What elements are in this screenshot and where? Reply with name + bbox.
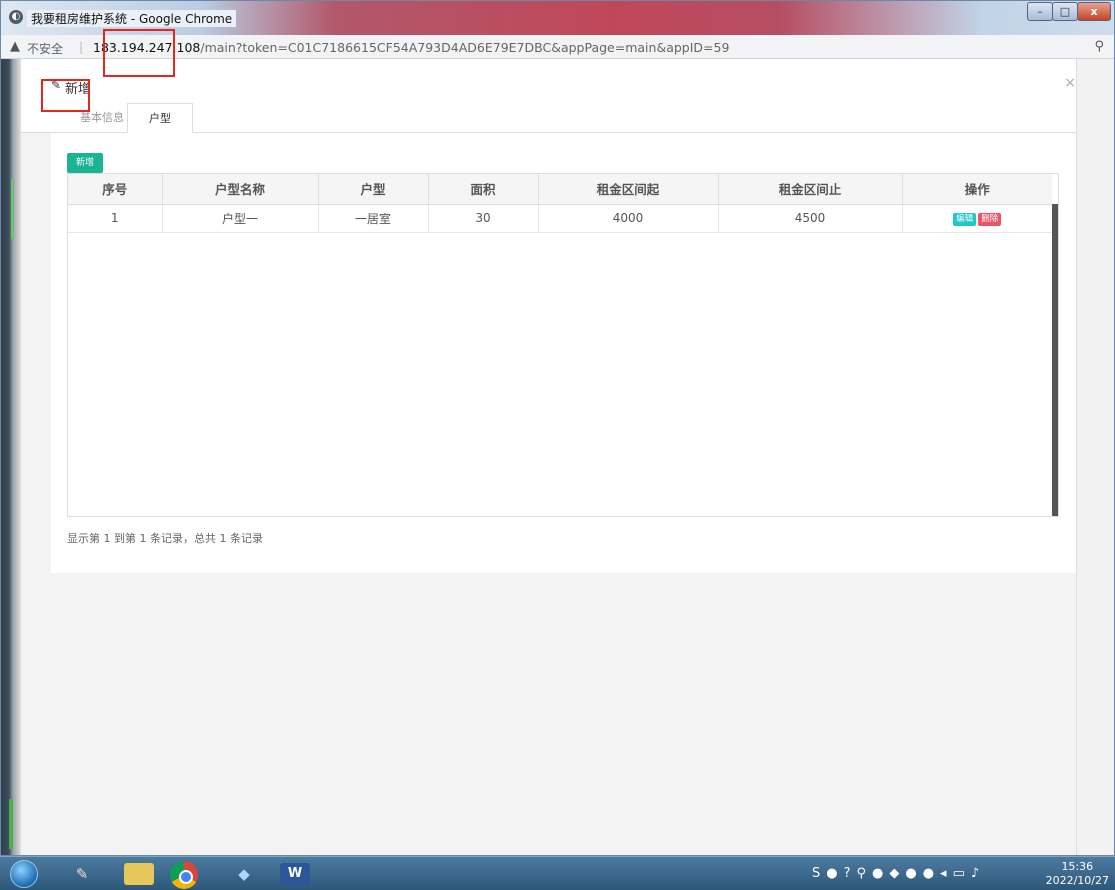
add-dialog: ✎ 新增 × 基本信息 户型 新增 序号 户型名称 户型 面积 租金区间起 租金… bbox=[21, 59, 1076, 855]
cell-area: 30 bbox=[428, 204, 539, 233]
edit-button[interactable]: 编辑 bbox=[953, 213, 977, 226]
room-type-table: 序号 户型名称 户型 面积 租金区间起 租金区间止 操作 1 户型一 一居室 3… bbox=[67, 173, 1059, 517]
window-title: 我要租房维护系统 - Google Chrome bbox=[27, 10, 237, 27]
system-tray-icons[interactable]: S●?⚲●◆●●◂▭♪ bbox=[812, 866, 985, 881]
minimize-button[interactable]: – bbox=[1027, 2, 1053, 21]
delete-button[interactable]: 删除 bbox=[978, 213, 1002, 226]
header-area[interactable]: 面积 bbox=[428, 174, 539, 205]
cell-rent-to: 4500 bbox=[718, 204, 903, 233]
close-window-button[interactable]: x bbox=[1077, 2, 1111, 21]
cell-actions: 编辑 删除 bbox=[902, 204, 1052, 233]
header-rent-to[interactable]: 租金区间止 bbox=[718, 174, 903, 205]
maximize-button[interactable]: □ bbox=[1052, 2, 1078, 21]
explorer-app-icon[interactable] bbox=[124, 863, 154, 885]
zoom-icon[interactable]: ⚲ bbox=[1094, 39, 1104, 54]
paint-app-icon[interactable]: ✎ bbox=[62, 860, 102, 888]
header-actions: 操作 bbox=[902, 174, 1052, 205]
dialog-header: ✎ 新增 × bbox=[21, 59, 1076, 101]
highlight-box-add-button bbox=[41, 79, 90, 112]
header-type[interactable]: 户型 bbox=[318, 174, 429, 205]
url-text[interactable]: 183.194.247.108/main?token=C01C7186615CF… bbox=[93, 40, 729, 55]
app-taskbar-icon[interactable]: ◆ bbox=[224, 860, 264, 888]
table-scrollbar[interactable] bbox=[1052, 204, 1058, 516]
cell-type: 一居室 bbox=[318, 204, 429, 233]
dialog-tabs: 基本信息 户型 bbox=[21, 101, 1076, 133]
sidebar-accent bbox=[11, 179, 14, 239]
header-name[interactable]: 户型名称 bbox=[162, 174, 319, 205]
background-sidebar bbox=[1, 59, 21, 855]
table-row[interactable]: 1 户型一 一居室 30 4000 4500 编辑 删除 bbox=[68, 204, 1052, 233]
add-room-type-button[interactable]: 新增 bbox=[67, 153, 103, 173]
cell-rent-from: 4000 bbox=[538, 204, 719, 233]
taskbar: ✎ ◆ W S●?⚲●◆●●◂▭♪ 15:36 2022/10/27 bbox=[0, 856, 1115, 890]
header-rent-from[interactable]: 租金区间起 bbox=[538, 174, 719, 205]
background-right-panel bbox=[1076, 59, 1114, 855]
security-label[interactable]: 不安全 bbox=[27, 40, 63, 57]
tab-content: 新增 序号 户型名称 户型 面积 租金区间起 租金区间止 操作 1 户型一 一居… bbox=[51, 133, 1076, 573]
chrome-taskbar-icon[interactable] bbox=[170, 861, 198, 889]
address-separator: | bbox=[79, 40, 84, 54]
start-button[interactable] bbox=[10, 860, 38, 888]
cell-name: 户型一 bbox=[162, 204, 319, 233]
warning-icon[interactable]: ▲ bbox=[10, 39, 20, 54]
word-taskbar-icon[interactable]: W bbox=[280, 863, 310, 885]
url-path: /main?token=C01C7186615CF54A793D4AD6E79E… bbox=[200, 40, 730, 55]
taskbar-clock[interactable]: 15:36 2022/10/27 bbox=[1046, 860, 1109, 888]
dialog-close-button[interactable]: × bbox=[1064, 75, 1076, 91]
highlight-box-tab bbox=[103, 29, 175, 77]
tab-room-type[interactable]: 户型 bbox=[127, 103, 193, 133]
pagination-info: 显示第 1 到第 1 条记录，总共 1 条记录 bbox=[67, 532, 263, 545]
page-viewport: ✎ 新增 × 基本信息 户型 新增 序号 户型名称 户型 面积 租金区间起 租金… bbox=[1, 59, 1114, 855]
cell-index: 1 bbox=[68, 204, 163, 233]
clock-date: 2022/10/27 bbox=[1045, 874, 1109, 887]
browser-window: ◐ 我要租房维护系统 - Google Chrome – □ x ▲ 不安全 |… bbox=[0, 0, 1115, 856]
sidebar-accent-bottom bbox=[9, 799, 13, 849]
clock-time: 15:36 bbox=[1061, 860, 1094, 873]
chrome-app-icon: ◐ bbox=[9, 10, 23, 24]
table-header-row: 序号 户型名称 户型 面积 租金区间起 租金区间止 操作 bbox=[68, 174, 1052, 205]
header-index[interactable]: 序号 bbox=[68, 174, 163, 205]
